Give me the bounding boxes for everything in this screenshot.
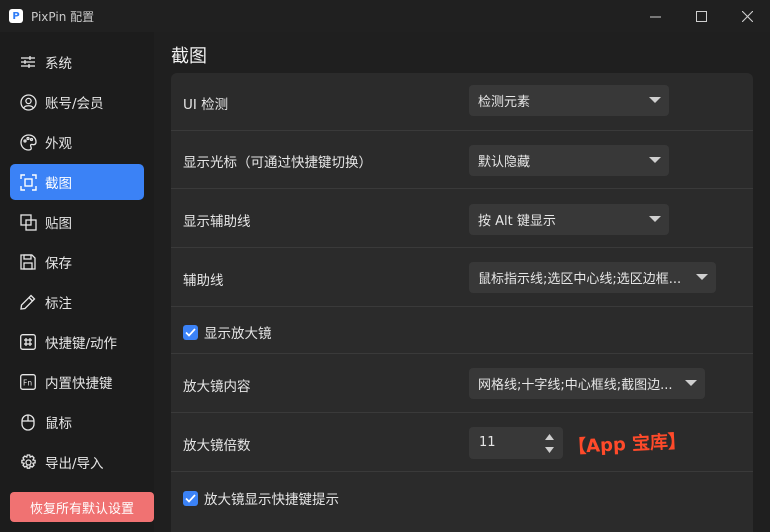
- app-logo-icon: P: [9, 9, 23, 23]
- setting-show-cursor: 显示光标（可通过快捷键切换） 默认隐藏: [171, 131, 753, 189]
- magnifier-hint-toggle[interactable]: 放大镜显示快捷键提示: [183, 488, 339, 508]
- chevron-down-icon: [649, 157, 661, 163]
- show-magnifier-toggle[interactable]: 显示放大镜: [183, 322, 272, 342]
- sidebar-item-label: 标注: [45, 296, 72, 312]
- setting-label: UI 检测: [183, 97, 229, 113]
- minimize-icon: [649, 16, 661, 17]
- sidebar-item-label: 快捷键/动作: [45, 336, 118, 352]
- sidebar-item-label: 保存: [45, 256, 72, 272]
- maximize-icon: [695, 10, 707, 22]
- pen-icon: [18, 292, 38, 312]
- chevron-down-icon: [649, 216, 661, 222]
- checkbox[interactable]: [183, 490, 198, 506]
- sidebar-item-system[interactable]: 系统: [10, 44, 144, 80]
- magnifier-zoom-stepper[interactable]: 11: [469, 427, 563, 459]
- sidebar-item-appearance[interactable]: 外观: [10, 124, 144, 160]
- pin-image-icon: [18, 212, 38, 232]
- screenshot-icon: [18, 172, 38, 192]
- magnifier-content-select[interactable]: 网格线;十字线;中心框线;截图边...: [469, 368, 705, 399]
- setting-label: 辅助线: [183, 273, 224, 289]
- checkbox-label: 放大镜显示快捷键提示: [204, 492, 339, 508]
- maximize-button[interactable]: [678, 0, 724, 32]
- fn-key-icon: Fn: [18, 372, 38, 392]
- sidebar-item-label: 截图: [45, 176, 72, 192]
- setting-magnifier-content: 放大镜内容 网格线;十字线;中心框线;截图边...: [171, 354, 753, 413]
- palette-icon: [18, 132, 38, 152]
- sidebar-item-export-import[interactable]: 导出/导入: [10, 444, 144, 480]
- chevron-down-icon: [696, 274, 708, 280]
- close-button[interactable]: [724, 0, 770, 32]
- hash-icon: [18, 332, 38, 352]
- select-value: 按 Alt 键显示: [478, 214, 556, 229]
- sidebar-item-screenshot[interactable]: 截图: [10, 164, 144, 200]
- stepper-value[interactable]: 11: [479, 435, 496, 450]
- setting-label: 显示光标（可通过快捷键切换）: [183, 155, 372, 171]
- close-icon: [741, 10, 753, 22]
- window-controls: [632, 0, 770, 32]
- sidebar-item-label: 系统: [45, 56, 72, 72]
- sidebar-item-label: 鼠标: [45, 416, 72, 432]
- sidebar: 系统 账号/会员 外观 截图 贴图 保存 标注 快捷键/动作 Fn 内置快捷键 …: [0, 32, 154, 532]
- user-icon: [18, 92, 38, 112]
- select-value: 默认隐藏: [478, 155, 531, 170]
- setting-label: 显示辅助线: [183, 214, 251, 230]
- sidebar-item-label: 外观: [45, 136, 72, 152]
- select-value: 检测元素: [478, 95, 531, 110]
- setting-guides: 辅助线 鼠标指示线;选区中心线;选区边框...: [171, 248, 753, 307]
- checkbox-label: 显示放大镜: [204, 326, 272, 342]
- setting-show-magnifier: 显示放大镜: [171, 307, 753, 354]
- window-title: PixPin 配置: [31, 9, 95, 24]
- settings-card: UI 检测 检测元素 显示光标（可通过快捷键切换） 默认隐藏 显示辅助线 按 A…: [171, 73, 753, 532]
- sidebar-item-shortcuts[interactable]: 快捷键/动作: [10, 324, 144, 360]
- setting-label: 放大镜内容: [183, 379, 251, 395]
- sidebar-item-pin[interactable]: 贴图: [10, 204, 144, 240]
- guides-select[interactable]: 鼠标指示线;选区中心线;选区边框...: [469, 262, 716, 293]
- select-value: 鼠标指示线;选区中心线;选区边框...: [478, 272, 682, 287]
- sidebar-item-mouse[interactable]: 鼠标: [10, 404, 144, 440]
- reset-defaults-button[interactable]: 恢复所有默认设置: [10, 492, 154, 522]
- chevron-down-icon: [685, 380, 697, 386]
- sidebar-item-builtin-shortcuts[interactable]: Fn 内置快捷键: [10, 364, 144, 400]
- minimize-button[interactable]: [632, 0, 678, 32]
- checkmark-icon: [185, 493, 196, 503]
- checkbox[interactable]: [183, 324, 198, 340]
- sidebar-item-label: 贴图: [45, 216, 72, 232]
- setting-show-guides: 显示辅助线 按 Alt 键显示: [171, 189, 753, 248]
- sliders-icon: [18, 52, 38, 72]
- sidebar-item-account[interactable]: 账号/会员: [10, 84, 144, 120]
- show-cursor-select[interactable]: 默认隐藏: [469, 145, 669, 176]
- title-bar: P PixPin 配置: [0, 0, 770, 32]
- mouse-icon: [18, 412, 38, 432]
- save-icon: [18, 252, 38, 272]
- select-value: 网格线;十字线;中心框线;截图边...: [478, 378, 673, 393]
- sidebar-item-label: 内置快捷键: [45, 376, 113, 392]
- sidebar-item-label: 导出/导入: [45, 456, 104, 472]
- setting-ui-detect: UI 检测 检测元素: [171, 73, 753, 131]
- svg-text:Fn: Fn: [23, 379, 32, 388]
- setting-magnifier-hint: 放大镜显示快捷键提示: [171, 472, 753, 522]
- ui-detect-select[interactable]: 检测元素: [469, 85, 669, 116]
- sidebar-item-save[interactable]: 保存: [10, 244, 144, 280]
- sidebar-item-annotate[interactable]: 标注: [10, 284, 144, 320]
- checkmark-icon: [185, 327, 196, 337]
- step-up-icon[interactable]: [543, 431, 555, 443]
- page-title: 截图: [171, 46, 207, 67]
- main-panel: 截图 UI 检测 检测元素 显示光标（可通过快捷键切换） 默认隐藏 显示辅助线 …: [154, 32, 770, 532]
- step-down-icon[interactable]: [543, 444, 555, 456]
- setting-label: 放大镜倍数: [183, 438, 251, 454]
- gear-icon: [18, 452, 38, 472]
- show-guides-select[interactable]: 按 Alt 键显示: [469, 204, 669, 235]
- chevron-down-icon: [649, 97, 661, 103]
- sidebar-item-label: 账号/会员: [45, 96, 104, 112]
